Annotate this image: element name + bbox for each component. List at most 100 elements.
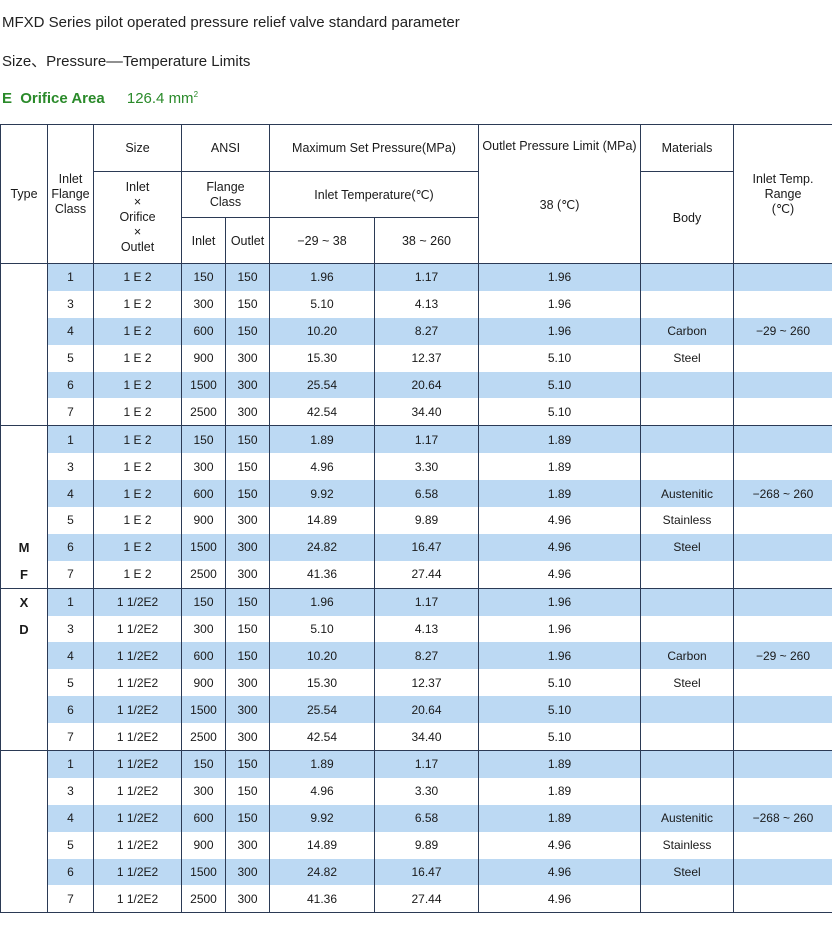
- cell-ansi-inlet: 900: [181, 669, 226, 697]
- cell-body-material: Stainless: [640, 507, 734, 534]
- cell-outlet-limit: 4.96: [478, 858, 641, 886]
- cell-temp-range: [733, 398, 832, 426]
- cell-size: 1 E 2: [93, 262, 182, 291]
- cell-size: 1 E 2: [93, 344, 182, 372]
- orifice-label: Orifice Area: [20, 90, 105, 107]
- cell-pressure-high: 8.27: [374, 642, 479, 670]
- table-row: 31 E 2 300 150 4.96 3.30 1.89: [0, 453, 832, 481]
- cell-type: [0, 804, 48, 832]
- header-sd-line: Inlet: [125, 180, 150, 194]
- cell-type: [0, 831, 48, 859]
- cell-size: 1 E 2: [93, 453, 182, 481]
- table-row: 11 E 2 150 150 1.96 1.17 1.96: [0, 262, 832, 291]
- cell-type: [0, 750, 48, 778]
- cell-size: 1 1/2E2: [93, 831, 182, 859]
- cell-pressure-low: 1.96: [269, 262, 375, 291]
- header-size-detail: Inlet × Orifice × Outlet: [93, 171, 182, 264]
- cell-inlet-class: 7: [47, 885, 94, 914]
- cell-ansi-inlet: 150: [181, 262, 226, 291]
- cell-temp-range: [733, 425, 832, 454]
- cell-body-material: [640, 885, 734, 914]
- cell-type: [0, 696, 48, 724]
- cell-ansi-outlet: 150: [225, 453, 270, 481]
- cell-pressure-high: 9.89: [374, 831, 479, 859]
- cell-outlet-limit: 1.89: [478, 453, 641, 481]
- cell-outlet-limit: 5.10: [478, 696, 641, 724]
- cell-outlet-limit: 5.10: [478, 344, 641, 372]
- header-size: Size: [93, 124, 182, 172]
- cell-ansi-outlet: 150: [225, 587, 270, 616]
- cell-ansi-inlet: 600: [181, 804, 226, 832]
- table-row: 51 1/2E2 900 300 14.89 9.89 4.96 Stainless: [0, 831, 832, 859]
- header-sd-line: Outlet: [120, 240, 155, 254]
- cell-ansi-outlet: 300: [225, 696, 270, 724]
- cell-inlet-class: 3: [47, 777, 94, 805]
- cell-ansi-outlet: 150: [225, 804, 270, 832]
- cell-pressure-low: 25.54: [269, 371, 375, 399]
- table-row: 31 1/2E2 300 150 4.96 3.30 1.89: [0, 777, 832, 805]
- table-row: 71 1/2E2 2500 300 42.54 34.40 5.10: [0, 723, 832, 751]
- cell-ansi-inlet: 1500: [181, 696, 226, 724]
- cell-pressure-low: 4.96: [269, 453, 375, 481]
- cell-outlet-limit: 1.96: [478, 587, 641, 616]
- cell-ansi-inlet: 300: [181, 777, 226, 805]
- header-body: Body: [640, 171, 734, 264]
- cell-inlet-class: 7: [47, 560, 94, 589]
- cell-body-material: [640, 696, 734, 724]
- cell-pressure-low: 24.82: [269, 533, 375, 561]
- header-max-set-pressure: Maximum Set Pressure(MPa): [269, 124, 479, 172]
- cell-type: F: [0, 560, 48, 589]
- cell-temp-range: [733, 262, 832, 291]
- cell-outlet-limit: 1.89: [478, 804, 641, 832]
- table-row: 71 1/2E2 2500 300 41.36 27.44 4.96: [0, 885, 832, 914]
- cell-pressure-low: 41.36: [269, 885, 375, 914]
- cell-inlet-class: 6: [47, 858, 94, 886]
- cell-type: [0, 290, 48, 318]
- cell-body-material: [640, 587, 734, 616]
- header-outlet-pressure-limit: Outlet Pressure Limit (MPa) 38 (℃): [478, 124, 641, 264]
- cell-temp-range: [733, 696, 832, 724]
- header-sd-line: ×: [133, 195, 142, 209]
- cell-body-material: [640, 425, 734, 454]
- cell-outlet-limit: 4.96: [478, 533, 641, 561]
- header-inlet-flange-class: Inlet Flange Class: [47, 124, 94, 264]
- cell-ansi-outlet: 300: [225, 507, 270, 534]
- orifice-model: E: [2, 90, 13, 107]
- cell-temp-range: [733, 371, 832, 399]
- cell-temp-range: [733, 587, 832, 616]
- orifice-value-text: 126.4 mm: [126, 90, 194, 107]
- cell-outlet-limit: 5.10: [478, 371, 641, 399]
- cell-type: [0, 858, 48, 886]
- cell-pressure-low: 25.54: [269, 696, 375, 724]
- header-inlet-flange-class-stack: Inlet Flange Class: [51, 172, 89, 217]
- cell-pressure-high: 8.27: [374, 317, 479, 345]
- cell-body-material: Steel: [640, 858, 734, 886]
- cell-outlet-limit: 4.96: [478, 560, 641, 589]
- cell-ansi-outlet: 300: [225, 560, 270, 589]
- cell-inlet-class: 5: [47, 669, 94, 697]
- cell-temp-range: [733, 750, 832, 778]
- cell-ansi-inlet: 900: [181, 507, 226, 534]
- cell-pressure-low: 15.30: [269, 669, 375, 697]
- cell-type: [0, 344, 48, 372]
- cell-temp-range: [733, 344, 832, 372]
- cell-pressure-low: 5.10: [269, 290, 375, 318]
- header-itr-line: Range: [764, 186, 802, 201]
- cell-size: 1 1/2E2: [93, 750, 182, 778]
- cell-outlet-limit: 4.96: [478, 507, 641, 534]
- cell-ansi-outlet: 300: [225, 533, 270, 561]
- header-fc-stack: Flange Class: [206, 180, 244, 210]
- table-row: D31 1/2E2 300 150 5.10 4.13 1.96: [0, 615, 832, 643]
- cell-inlet-class: 1: [47, 587, 94, 616]
- cell-pressure-high: 4.13: [374, 615, 479, 643]
- cell-temp-range: −29 ~ 260: [733, 317, 832, 345]
- header-fc-line: Flange: [206, 179, 245, 194]
- cell-ansi-inlet: 300: [181, 615, 226, 643]
- table-row: 51 1/2E2 900 300 15.30 12.37 5.10 Steel: [0, 669, 832, 697]
- cell-inlet-class: 3: [47, 453, 94, 481]
- cell-size: 1 E 2: [93, 398, 182, 426]
- cell-type: [0, 317, 48, 345]
- cell-body-material: Steel: [640, 344, 734, 372]
- cell-ansi-inlet: 900: [181, 344, 226, 372]
- cell-size: 1 1/2E2: [93, 615, 182, 643]
